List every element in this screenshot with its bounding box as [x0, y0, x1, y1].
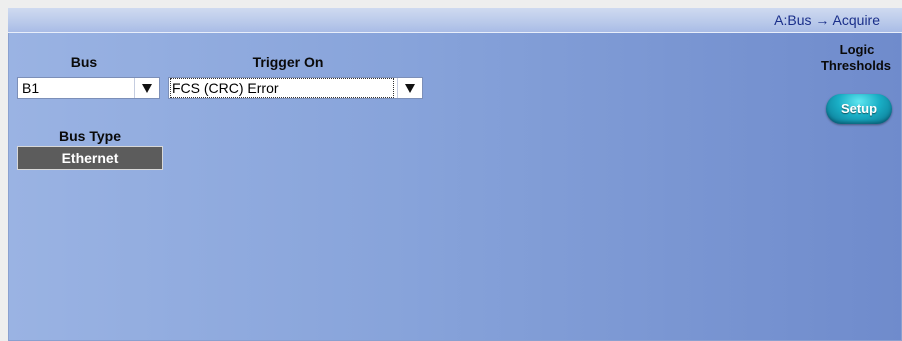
bus-label: Bus — [70, 54, 98, 70]
title-bar: A:Bus → Acquire — [8, 8, 902, 33]
bus-dropdown-button[interactable] — [134, 78, 159, 98]
trigger-on-select[interactable]: FCS (CRC) Error — [168, 77, 423, 99]
chevron-down-icon — [142, 84, 152, 93]
chevron-down-icon — [405, 84, 415, 93]
bus-select[interactable]: B1 — [17, 77, 160, 99]
logic-thresholds-label-line2: Thresholds — [820, 58, 892, 73]
bus-type-label: Bus Type — [59, 128, 121, 144]
trigger-on-select-value: FCS (CRC) Error — [170, 78, 394, 98]
bus-type-value: Ethernet — [17, 146, 163, 170]
bus-select-value: B1 — [22, 80, 40, 96]
breadcrumb: A:Bus → Acquire — [774, 12, 880, 28]
bus-acquire-panel: A:Bus → Acquire Bus B1 Trigger On FCS (C… — [8, 8, 902, 341]
setup-button[interactable]: Setup — [826, 94, 892, 124]
logic-thresholds-label-line1: Logic — [839, 42, 875, 57]
trigger-on-dropdown-button[interactable] — [397, 78, 422, 98]
trigger-on-label: Trigger On — [252, 54, 324, 70]
